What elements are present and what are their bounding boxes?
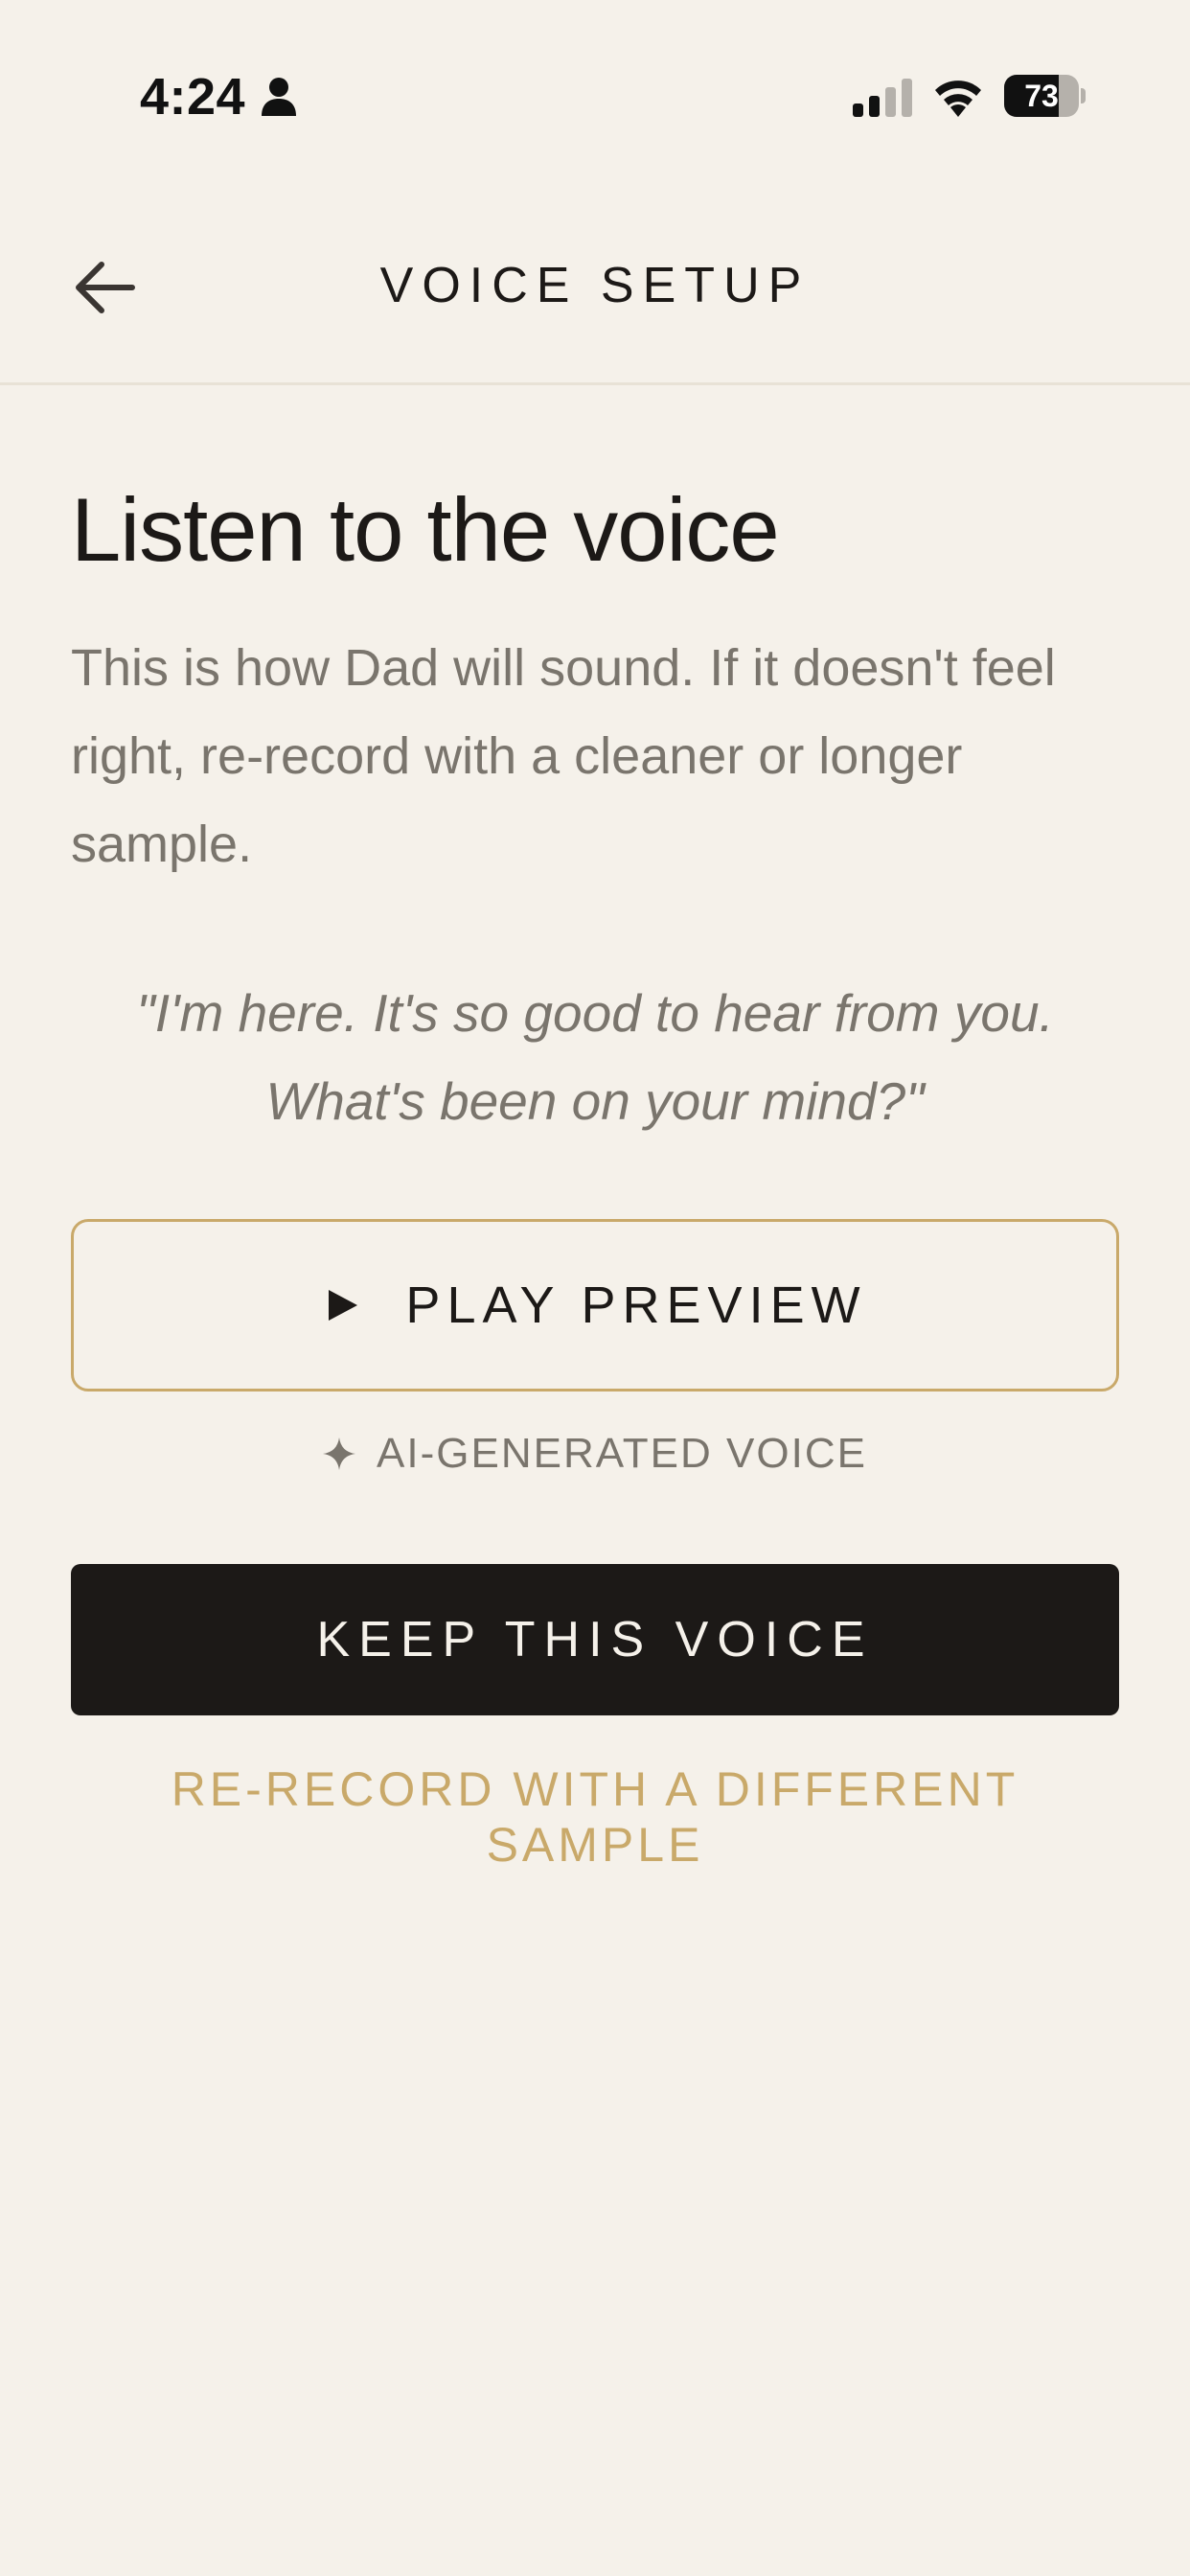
description-text: This is how Dad will sound. If it doesn'… bbox=[71, 638, 1056, 873]
main-content: Listen to the voice This is how Dad will… bbox=[71, 385, 1119, 1872]
status-bar: 4:24 73 bbox=[0, 0, 1190, 192]
battery-cap bbox=[1081, 88, 1086, 104]
play-preview-label: PLAY PREVIEW bbox=[405, 1276, 867, 1334]
person-icon bbox=[262, 78, 296, 116]
keep-voice-label: KEEP THIS VOICE bbox=[316, 1612, 874, 1668]
cellular-signal-icon bbox=[853, 79, 912, 117]
wifi-icon bbox=[935, 80, 981, 117]
nav-bar: VOICE SETUP bbox=[0, 192, 1190, 385]
play-icon bbox=[329, 1290, 358, 1321]
ai-generated-label: AI-GENERATED VOICE bbox=[377, 1430, 867, 1477]
ai-generated-badge: AI-GENERATED VOICE bbox=[71, 1430, 1119, 1478]
voice-setup-screen: 4:24 73 VOICE SETUP Listen to the voice … bbox=[0, 0, 1190, 2576]
heading: Listen to the voice bbox=[71, 479, 780, 580]
battery-level: 73 bbox=[1024, 79, 1059, 113]
rerecord-link[interactable]: RE-RECORD WITH A DIFFERENT SAMPLE bbox=[71, 1761, 1119, 1873]
battery-body: 73 bbox=[1004, 75, 1079, 117]
page-title: VOICE SETUP bbox=[379, 258, 811, 313]
play-preview-button[interactable]: PLAY PREVIEW bbox=[71, 1219, 1119, 1392]
sparkle-icon bbox=[323, 1438, 356, 1470]
keep-voice-button[interactable]: KEEP THIS VOICE bbox=[71, 1564, 1119, 1715]
status-time: 4:24 bbox=[140, 68, 246, 126]
sample-quote: "I'm here. It's so good to hear from you… bbox=[136, 982, 1054, 1131]
battery-indicator: 73 bbox=[1004, 75, 1086, 117]
